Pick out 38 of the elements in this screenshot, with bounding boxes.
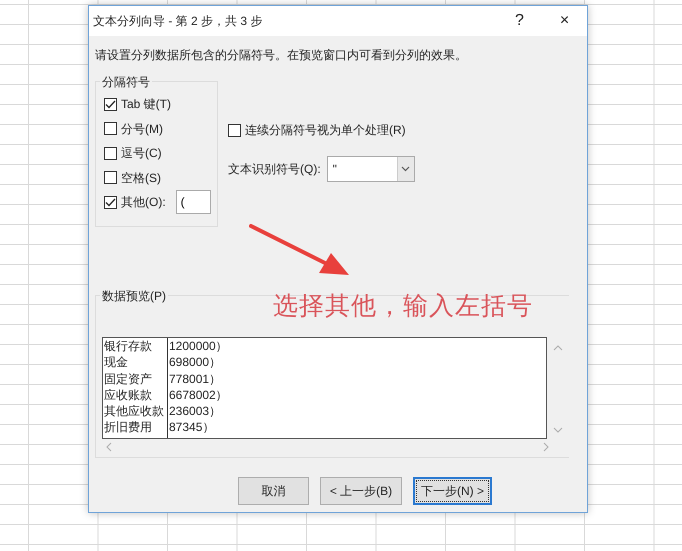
text-qualifier-label: 文本识别符号(Q): [228,160,321,178]
checkbox[interactable] [104,171,117,184]
checkbox-label: 空格(S) [121,170,161,187]
preview-cell-text: 应收账款 [104,386,153,404]
checkbox[interactable] [104,98,117,111]
wizard-button[interactable]: 下一步(N) > [413,477,492,505]
checkbox-label: 逗号(C) [121,145,162,162]
preview-cell-text: 236003） [169,403,222,420]
help-button[interactable]: ? [497,9,542,33]
preview-cell-text: 固定资产 [104,370,153,387]
wizard-button[interactable]: < 上一步(B) [320,477,402,505]
checkbox[interactable] [104,122,117,136]
instruction-text: 请设置分列数据所包含的分隔符号。在预览窗口内可看到分列的效果。 [95,47,468,64]
preview-cell-text: 银行存款 [104,338,153,354]
chevron-down-icon [401,166,410,172]
preview-cell: 6678002） [169,386,228,404]
preview-cell-text: 698000） [169,354,222,371]
checkbox[interactable] [104,196,117,209]
window-title: 文本分列向导 - 第 2 步，共 3 步 [93,13,264,30]
preview-cell-text: 778001） [169,370,222,387]
checkbox-label: 连续分隔符号视为单个处理(R) [245,122,406,140]
group-label: 分隔符号 [100,73,152,91]
wizard-button[interactable]: 取消 [238,477,309,505]
checkbox-label: Tab 键(T) [121,96,172,114]
close-button[interactable]: × [542,9,587,33]
preview-cell-text: 其他应收款 [104,403,165,420]
preview-cell: 1200000） [169,338,228,354]
checkbox-label: 分号(M) [121,120,163,138]
preview-cell-text: 87345） [169,419,216,436]
preview-cell-text: 现金 [104,354,129,371]
text-qualifier-dropdown[interactable]: " [326,156,415,182]
checkbox[interactable] [228,124,241,137]
other-delimiter-field[interactable]: ( [176,190,211,214]
checkbox-label: 其他(O): [121,194,166,212]
checkbox[interactable] [104,146,117,160]
group-label: 数据预览(P) [100,287,168,305]
preview-cell-text: 折旧费用 [104,419,153,436]
annotation-text: 选择其他，输入左括号 [273,291,533,322]
